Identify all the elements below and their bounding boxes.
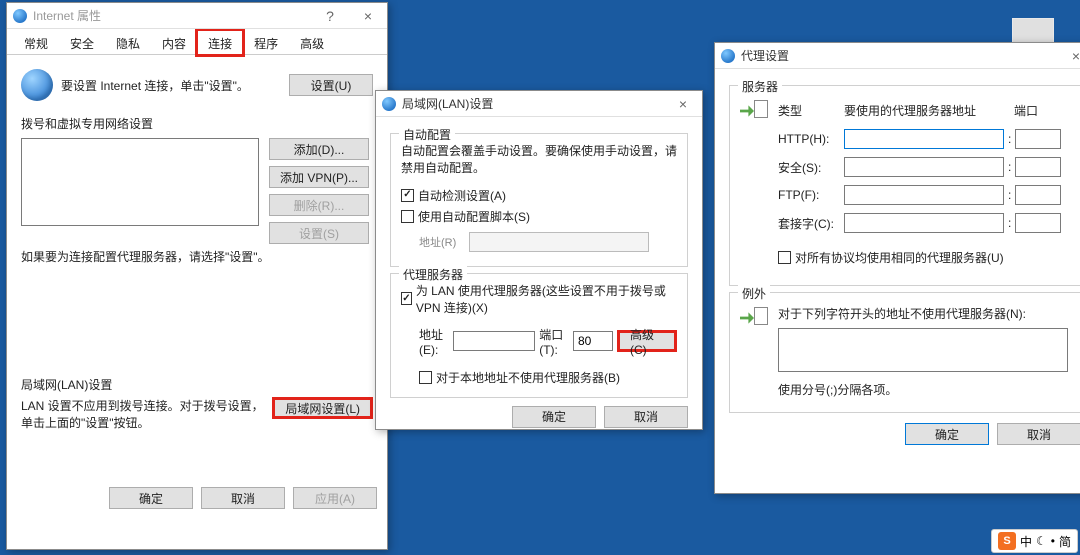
dial-vpn-list[interactable]	[21, 138, 259, 226]
auto-config-text: 自动配置会覆盖手动设置。要确保使用手动设置，请禁用自动配置。	[401, 142, 677, 176]
cancel-button[interactable]: 取消	[997, 423, 1080, 445]
tab-content[interactable]: 内容	[151, 30, 197, 55]
lan-settings-button[interactable]: 局域网设置(L)	[272, 397, 373, 419]
auto-script-checkbox[interactable]: 使用自动配置脚本(S)	[401, 208, 530, 225]
proxy-note-text: 如果要为连接配置代理服务器，请选择"设置"。	[21, 248, 373, 265]
auto-config-group: 自动配置 自动配置会覆盖手动设置。要确保使用手动设置，请禁用自动配置。 自动检测…	[390, 133, 688, 267]
col-address: 要使用的代理服务器地址	[844, 102, 1014, 119]
exceptions-legend: 例外	[738, 285, 770, 302]
ime-mode[interactable]: 简	[1059, 533, 1071, 550]
ftp-address-input[interactable]	[844, 185, 1004, 205]
cancel-button[interactable]: 取消	[604, 406, 688, 428]
apply-button: 应用(A)	[293, 487, 377, 509]
window-title: 代理设置	[741, 47, 789, 64]
add-vpn-button[interactable]: 添加 VPN(P)...	[269, 166, 369, 188]
internet-properties-tabs: 常规 安全 隐私 内容 连接 程序 高级	[7, 29, 387, 55]
tab-connections[interactable]: 连接	[197, 30, 243, 55]
lan-settings-titlebar: 局域网(LAN)设置 ×	[376, 91, 702, 117]
exceptions-group: 例外 对于下列字符开头的地址不使用代理服务器(N): 使用分号(;)分隔各项。	[729, 292, 1080, 413]
internet-properties-titlebar: Internet 属性 ? ×	[7, 3, 387, 29]
window-title: Internet 属性	[33, 7, 101, 24]
tab-privacy[interactable]: 隐私	[105, 30, 151, 55]
globe-icon	[721, 49, 735, 63]
tab-programs[interactable]: 程序	[243, 30, 289, 55]
ftp-port-input[interactable]	[1015, 185, 1061, 205]
script-address-label: 地址(R)	[419, 234, 469, 250]
col-type: 类型	[778, 102, 844, 119]
script-address-input	[469, 232, 649, 252]
close-button[interactable]: ×	[1057, 43, 1080, 69]
http-address-input[interactable]	[844, 129, 1004, 149]
ok-button[interactable]: 确定	[905, 423, 989, 445]
proxy-settings-titlebar: 代理设置 ×	[715, 43, 1080, 69]
ok-button[interactable]: 确定	[109, 487, 193, 509]
ime-lang[interactable]: 中	[1020, 533, 1032, 550]
close-button[interactable]: ×	[349, 3, 387, 29]
tab-security[interactable]: 安全	[59, 30, 105, 55]
checkbox-icon	[401, 292, 412, 305]
auto-detect-checkbox[interactable]: 自动检测设置(A)	[401, 187, 506, 204]
close-button[interactable]: ×	[664, 91, 702, 117]
cancel-button[interactable]: 取消	[201, 487, 285, 509]
remove-button: 删除(R)...	[269, 194, 369, 216]
globe-icon	[13, 9, 27, 23]
socks-address-input[interactable]	[844, 213, 1004, 233]
auto-config-legend: 自动配置	[399, 126, 455, 143]
exceptions-input[interactable]	[778, 328, 1068, 372]
proxy-settings-window: 代理设置 × 服务器 类型 要使用的代理服务器地址 端口 HTTP(H): :	[714, 42, 1080, 494]
proxy-server-group: 代理服务器 为 LAN 使用代理服务器(这些设置不用于拨号或 VPN 连接)(X…	[390, 273, 688, 398]
secure-port-input[interactable]	[1015, 157, 1061, 177]
ok-button[interactable]: 确定	[512, 406, 596, 428]
connection-wizard-icon	[21, 69, 53, 101]
bypass-local-checkbox[interactable]: 对于本地地址不使用代理服务器(B)	[419, 369, 620, 386]
lan-heading: 局域网(LAN)设置	[21, 376, 373, 393]
ftp-label: FTP(F):	[778, 188, 844, 202]
proxy-server-legend: 代理服务器	[399, 266, 467, 283]
socks-port-input[interactable]	[1015, 213, 1061, 233]
proxy-port-label: 端口(T):	[539, 326, 569, 357]
dial-vpn-heading: 拨号和虚拟专用网络设置	[21, 115, 373, 132]
ime-sep: •	[1051, 534, 1055, 548]
ime-toolbar[interactable]: S 中 ☾ • 简	[991, 529, 1078, 553]
tab-advanced[interactable]: 高级	[289, 30, 335, 55]
lan-note-text: LAN 设置不应用到拨号连接。对于拨号设置，单击上面的"设置"按钮。	[21, 397, 272, 431]
advanced-button[interactable]: 高级(C)	[617, 330, 677, 352]
add-button[interactable]: 添加(D)...	[269, 138, 369, 160]
http-label: HTTP(H):	[778, 132, 844, 146]
same-proxy-checkbox[interactable]: 对所有协议均使用相同的代理服务器(U)	[778, 249, 1004, 266]
proxy-address-input[interactable]	[453, 331, 535, 351]
servers-legend: 服务器	[738, 78, 782, 95]
col-port: 端口	[1014, 102, 1038, 119]
connection-setup-text: 要设置 Internet 连接，单击"设置"。	[61, 77, 281, 94]
ime-brand-icon: S	[998, 532, 1016, 550]
use-proxy-checkbox[interactable]: 为 LAN 使用代理服务器(这些设置不用于拨号或 VPN 连接)(X)	[401, 282, 677, 316]
window-title: 局域网(LAN)设置	[402, 95, 493, 112]
servers-group: 服务器 类型 要使用的代理服务器地址 端口 HTTP(H): :	[729, 85, 1080, 286]
ime-moon-icon[interactable]: ☾	[1036, 534, 1047, 548]
checkbox-icon	[419, 371, 432, 384]
exceptions-text: 对于下列字符开头的地址不使用代理服务器(N):	[778, 305, 1070, 322]
http-port-input[interactable]	[1015, 129, 1061, 149]
secure-address-input[interactable]	[844, 157, 1004, 177]
help-button[interactable]: ?	[311, 3, 349, 29]
internet-properties-window: Internet 属性 ? × 常规 安全 隐私 内容 连接 程序 高级 要设置…	[6, 2, 388, 550]
tab-general[interactable]: 常规	[13, 30, 59, 55]
lan-settings-window: 局域网(LAN)设置 × 自动配置 自动配置会覆盖手动设置。要确保使用手动设置，…	[375, 90, 703, 430]
server-icon	[740, 98, 768, 126]
proxy-port-input[interactable]	[573, 331, 613, 351]
globe-icon	[382, 97, 396, 111]
checkbox-icon	[401, 189, 414, 202]
checkbox-icon	[401, 210, 414, 223]
setup-button[interactable]: 设置(U)	[289, 74, 373, 96]
secure-label: 安全(S):	[778, 159, 844, 176]
checkbox-icon	[778, 251, 791, 264]
dial-settings-button: 设置(S)	[269, 222, 369, 244]
exceptions-icon	[740, 305, 768, 333]
socks-label: 套接字(C):	[778, 215, 844, 232]
exceptions-hint: 使用分号(;)分隔各项。	[778, 381, 1070, 398]
proxy-address-label: 地址(E):	[419, 326, 449, 357]
